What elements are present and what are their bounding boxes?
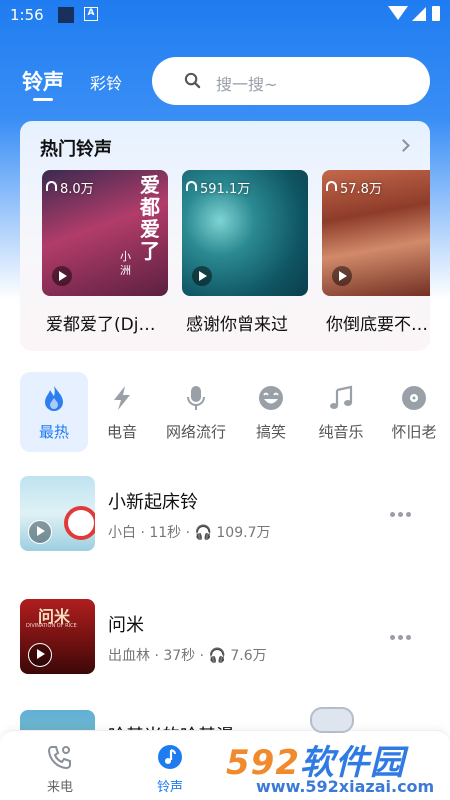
site-watermark-logo: 592软件园 www.592xiazai.com: [222, 707, 448, 799]
hot-item-title: 你倒底要不…: [326, 315, 428, 335]
hot-item-title: 感谢你曾来过: [186, 315, 288, 335]
hot-item-cover[interactable]: 爱都爱了 小 洲 8.0万: [42, 170, 168, 296]
nav-item-incoming-call[interactable]: 来电: [30, 739, 90, 795]
status-bar: 1:56 A: [0, 0, 450, 30]
incoming-call-icon: [47, 746, 71, 770]
hot-item-cover[interactable]: 591.1万: [182, 170, 308, 296]
lightning-icon: [114, 386, 130, 410]
more-options-icon[interactable]: [390, 512, 412, 518]
signal-icon: [412, 7, 426, 21]
song-cover[interactable]: 问米 DIVINATION OF RICE: [20, 599, 95, 674]
search-icon: [184, 72, 201, 89]
hot-section-title: 热门铃声: [40, 139, 112, 160]
tab-ringtone[interactable]: 铃声: [22, 66, 64, 96]
list-item[interactable]: 问米 DIVINATION OF RICE 问米 出血林 · 37秒 · 🎧 7…: [0, 599, 450, 679]
category-label: 电音: [106, 423, 137, 441]
category-label: 搞笑: [255, 423, 286, 441]
music-note-icon: [330, 385, 353, 409]
song-meta: 出血林 · 37秒 · 🎧 7.6万: [108, 648, 267, 664]
microphone-icon: [187, 386, 205, 410]
category-funny[interactable]: 搞笑: [237, 372, 305, 452]
hot-ringtones-card: 热门铃声 爱都爱了 小 洲 8.0万 爱都爱了(Dj… 591.1万 感谢你曾来…: [20, 121, 430, 351]
song-title: 小新起床铃: [108, 492, 198, 513]
category-nostalgic[interactable]: 怀旧老: [380, 372, 448, 452]
play-count: 57.8万: [326, 178, 382, 197]
watermark-url: www.592xiazai.com: [256, 777, 435, 796]
app-notification-icon: A: [84, 7, 98, 21]
headphones-icon: [46, 181, 57, 191]
category-hottest[interactable]: 最热: [20, 372, 88, 452]
song-cover[interactable]: [20, 476, 95, 551]
play-icon[interactable]: [192, 266, 212, 286]
category-label: 纯音乐: [318, 423, 364, 441]
cover-art-subtext: DIVINATION OF RICE: [26, 623, 77, 629]
notification-icon: [58, 7, 74, 23]
category-electronic[interactable]: 电音: [88, 372, 156, 452]
nav-label: 来电: [46, 780, 73, 795]
cover-art-subtext: 小 洲: [120, 250, 131, 277]
nav-label: 铃声: [156, 780, 183, 795]
play-icon[interactable]: [28, 520, 52, 544]
play-icon[interactable]: [332, 266, 352, 286]
hot-item-cover[interactable]: 57.8万: [322, 170, 430, 296]
battery-icon: [432, 6, 440, 21]
status-time: 1:56: [10, 6, 44, 24]
nav-item-ringtone[interactable]: 铃声: [140, 739, 200, 795]
hot-item[interactable]: 57.8万 你倒底要不…: [322, 170, 430, 335]
gamepad-icon: [310, 707, 354, 733]
cover-art-sign: [64, 506, 95, 540]
play-count: 591.1万: [186, 178, 250, 197]
search-input[interactable]: 搜一搜~: [152, 57, 430, 105]
cover-art-text: 爱都爱了: [140, 173, 160, 263]
search-placeholder: 搜一搜~: [216, 75, 278, 94]
headphones-icon: [186, 181, 197, 191]
headphones-icon: [326, 181, 337, 191]
list-item[interactable]: 小新起床铃 小白 · 11秒 · 🎧 109.7万: [0, 476, 450, 556]
hot-item[interactable]: 爱都爱了 小 洲 8.0万 爱都爱了(Dj…: [42, 170, 168, 335]
play-icon[interactable]: [28, 643, 52, 667]
category-label: 怀旧老: [391, 423, 437, 441]
tab-active-indicator: [33, 98, 53, 101]
flame-icon: [45, 386, 63, 411]
tab-color-ringback[interactable]: 彩铃: [90, 70, 122, 94]
song-meta: 小白 · 11秒 · 🎧 109.7万: [108, 525, 271, 541]
hot-item-title: 爱都爱了(Dj…: [46, 315, 156, 335]
category-label: 最热: [38, 423, 69, 441]
play-icon[interactable]: [52, 266, 72, 286]
category-pure-music[interactable]: 纯音乐: [307, 372, 375, 452]
song-title: 问米: [108, 615, 144, 636]
hot-item[interactable]: 591.1万 感谢你曾来过: [182, 170, 308, 335]
play-count: 8.0万: [46, 178, 94, 197]
chevron-right-icon[interactable]: [397, 139, 410, 152]
wifi-icon: [388, 6, 408, 20]
more-options-icon[interactable]: [390, 635, 412, 641]
category-label: 网络流行: [165, 423, 226, 441]
category-popular[interactable]: 网络流行: [162, 372, 230, 452]
music-note-circle-icon: [158, 745, 182, 769]
laugh-face-icon: [259, 386, 283, 410]
vinyl-disc-icon: [402, 386, 426, 410]
